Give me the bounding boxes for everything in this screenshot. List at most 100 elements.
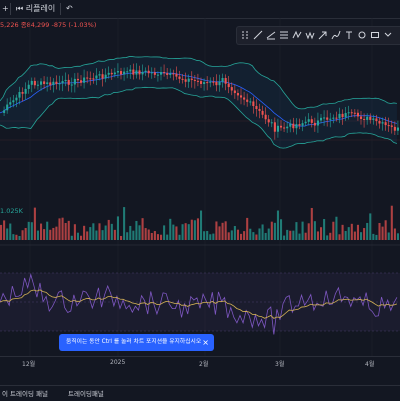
- text-icon[interactable]: [343, 28, 355, 42]
- volume-bar: [264, 232, 267, 240]
- candle-body: [267, 119, 270, 123]
- volume-bar: [384, 220, 387, 240]
- candle-body: [203, 82, 206, 84]
- more-icon[interactable]: [382, 28, 394, 42]
- volume-bar: [46, 221, 49, 240]
- candle-body: [95, 75, 98, 79]
- arrow-icon[interactable]: [317, 28, 329, 42]
- volume-bar: [323, 219, 326, 240]
- volume-bar: [366, 222, 369, 240]
- volume-bar: [307, 223, 310, 240]
- volume-bar: [181, 224, 184, 240]
- volume-bar: [270, 221, 273, 240]
- candle-body: [193, 79, 196, 81]
- node-icon[interactable]: [356, 28, 368, 42]
- volume-bar: [326, 235, 329, 240]
- volume-bar: [252, 232, 255, 240]
- candle-body: [141, 71, 144, 75]
- candle-body: [132, 69, 135, 75]
- add-icon[interactable]: +: [2, 2, 9, 16]
- time-label: 3월: [275, 361, 285, 368]
- volume-bar: [344, 230, 347, 240]
- candle-body: [264, 114, 267, 120]
- volume-bar: [304, 232, 307, 240]
- candle-body: [163, 72, 166, 74]
- candle-body: [341, 113, 344, 118]
- undo-icon[interactable]: ↶: [66, 2, 73, 16]
- volume-bar: [240, 233, 243, 240]
- candle-body: [372, 118, 375, 120]
- volume-bar: [332, 221, 335, 240]
- volume-bar: [360, 232, 363, 240]
- time-axis[interactable]: 12월 2025 2월 3월 4월: [0, 356, 400, 369]
- horizontal-lines-icon[interactable]: [278, 28, 290, 42]
- candle-body: [153, 72, 156, 75]
- volume-bar: [18, 235, 21, 240]
- candle-body: [236, 93, 239, 96]
- volume-bar: [129, 225, 132, 240]
- volume-bar: [212, 233, 215, 240]
- candle-body: [21, 92, 24, 94]
- candle-body: [286, 126, 289, 129]
- pattern-icon[interactable]: [304, 28, 316, 42]
- candle-body: [80, 80, 83, 83]
- candle-body: [135, 70, 138, 75]
- candle-body: [169, 73, 172, 75]
- candle-body: [104, 74, 107, 79]
- volume-bar: [221, 222, 224, 240]
- volume-bar: [101, 230, 104, 240]
- volume-bar: [6, 228, 9, 240]
- price-chart[interactable]: [0, 18, 400, 356]
- rectangle-icon[interactable]: [369, 28, 381, 42]
- candle-body: [224, 78, 227, 84]
- candle-body: [243, 97, 246, 100]
- close-icon[interactable]: ×: [202, 334, 209, 351]
- volume-bar: [64, 222, 67, 240]
- candle-body: [190, 78, 193, 80]
- candle-body: [184, 79, 187, 82]
- volume-bar: [43, 229, 46, 240]
- brush-icon[interactable]: [330, 28, 342, 42]
- candle-body: [181, 78, 184, 80]
- zigzag-icon[interactable]: [291, 28, 303, 42]
- line-icon[interactable]: [252, 28, 264, 42]
- volume-bar: [166, 234, 169, 240]
- volume-bar: [27, 221, 30, 240]
- candle-body: [144, 70, 147, 72]
- volume-bar: [52, 227, 55, 240]
- candle-body: [316, 120, 319, 126]
- volume-bar: [138, 225, 141, 240]
- move-icon[interactable]: [239, 28, 251, 42]
- candle-body: [15, 97, 18, 101]
- candle-body: [129, 69, 132, 72]
- replay-button[interactable]: ⏮ 리플레이: [16, 2, 55, 16]
- candle-body: [227, 83, 230, 88]
- time-label: 2월: [199, 361, 209, 368]
- candle-body: [276, 125, 279, 132]
- candle-body: [49, 82, 52, 85]
- volume-bar: [283, 235, 286, 240]
- volume-bar: [172, 224, 175, 240]
- trading-panel-tab[interactable]: 이 트레이딩 패널: [2, 388, 48, 398]
- candle-body: [55, 81, 58, 84]
- candle-body: [396, 127, 399, 131]
- volume-bar: [273, 222, 276, 240]
- candle-body: [252, 101, 255, 107]
- trading-panel-tab-2[interactable]: 트레이딩패널: [68, 388, 104, 398]
- candle-body: [40, 81, 43, 85]
- volume-bar: [292, 230, 295, 240]
- volume-label: 1.025K: [0, 207, 23, 215]
- candle-body: [33, 80, 36, 86]
- volume-bar: [169, 218, 172, 240]
- volume-bar: [156, 234, 159, 240]
- candle-body: [249, 101, 252, 103]
- candle-body: [89, 78, 92, 80]
- volume-bar: [350, 223, 353, 240]
- candle-body: [172, 73, 175, 75]
- volume-bar: [21, 230, 24, 240]
- trend-icon[interactable]: [265, 28, 277, 42]
- candle-body: [258, 108, 261, 111]
- candle-body: [6, 104, 9, 111]
- volume-bar: [353, 231, 356, 240]
- volume-bar: [0, 224, 3, 240]
